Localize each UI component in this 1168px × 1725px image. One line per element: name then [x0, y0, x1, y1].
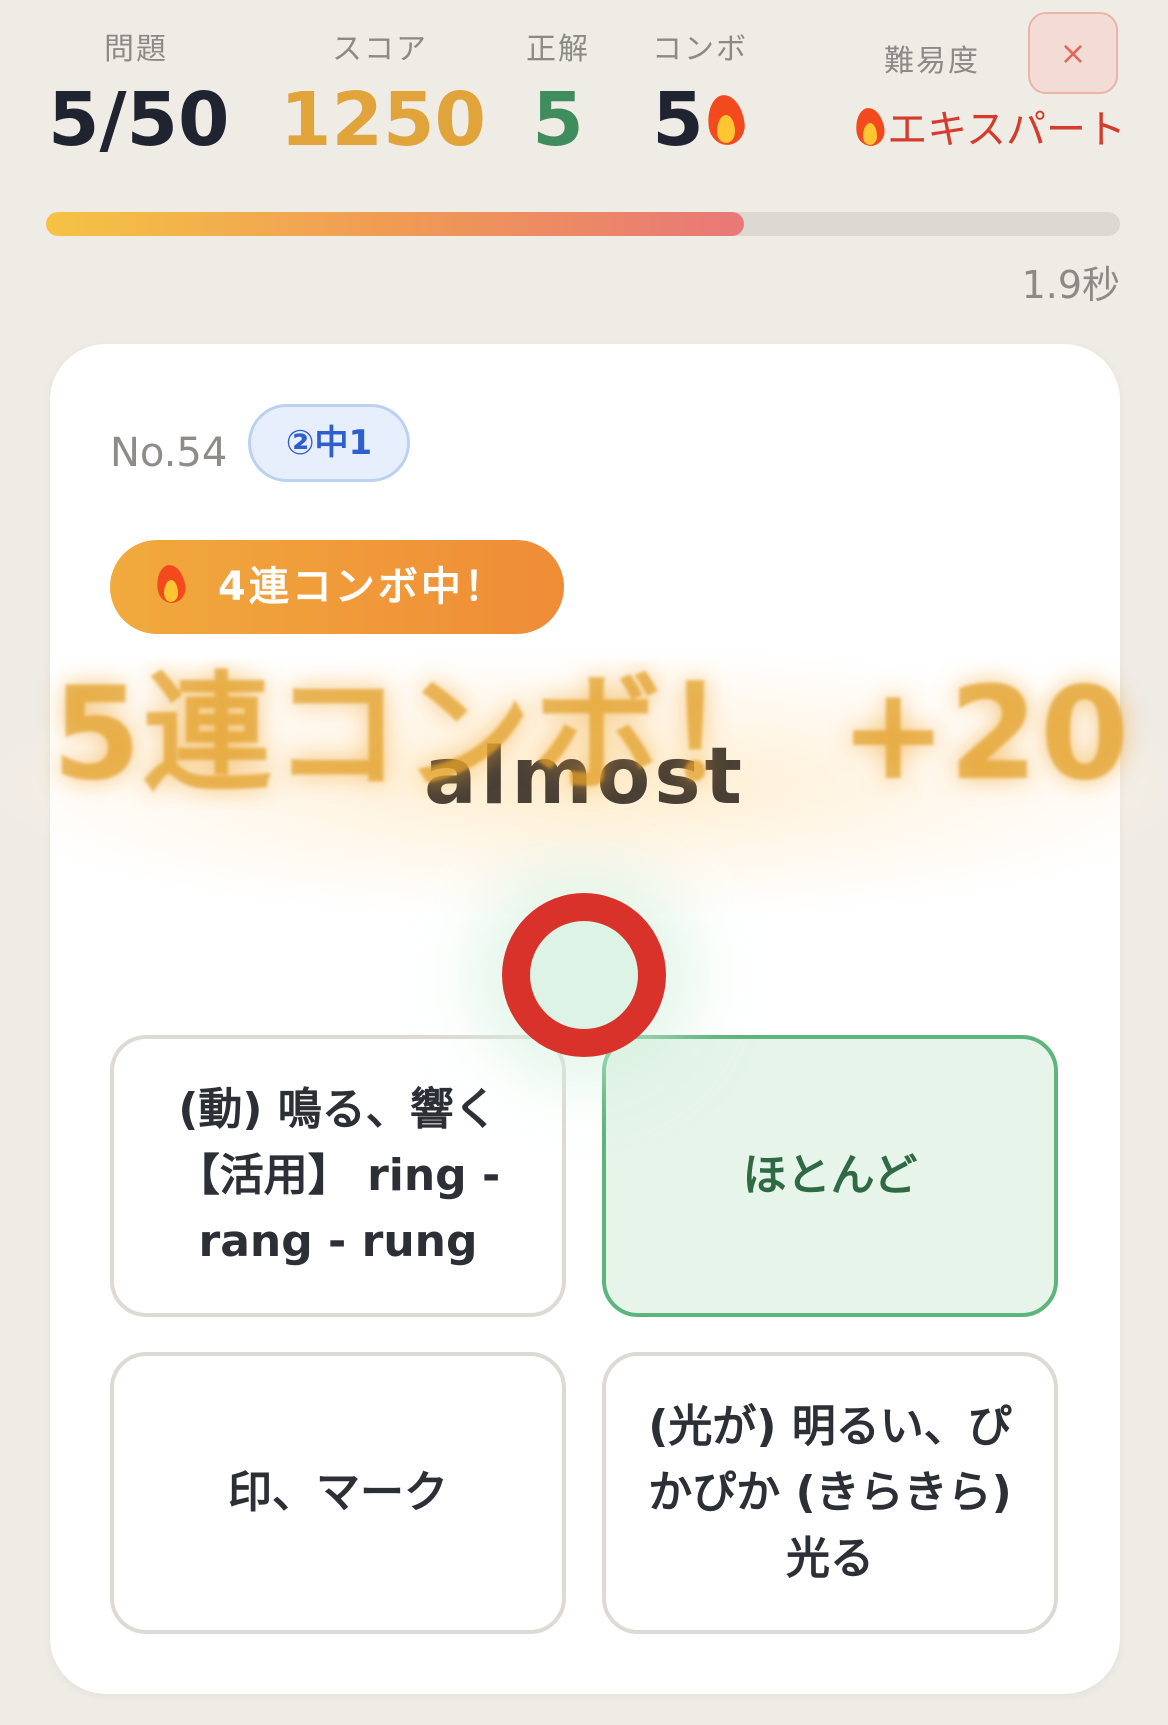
stat-combo-label: コンボ — [652, 32, 748, 67]
stat-score: スコア 1250 — [280, 30, 486, 164]
choice-text-2: ほとんど — [742, 1150, 918, 1201]
stat-combo-value: 5 — [652, 77, 704, 163]
stat-score-label: スコア — [332, 32, 428, 67]
fire-icon — [704, 91, 748, 149]
combo-burst-text: 5連コンボ！ +20 — [0, 660, 1168, 810]
choice-text-1: (動) 鳴る、響く【活用】 ring - rang - rung — [175, 1084, 501, 1267]
correct-circle-icon — [502, 893, 666, 1057]
stat-correct-label: 正解 — [526, 32, 590, 67]
stat-difficulty-value-row: エキスパート — [826, 102, 1126, 158]
stats-bar: 問題 5/50 スコア 1250 正解 5 コンボ 5 難易度 エキスパート — [48, 30, 1126, 163]
stat-score-value: 1250 — [280, 77, 486, 163]
close-icon: × — [1059, 34, 1087, 72]
choice-button-4[interactable]: (光が) 明るい、ぴかぴか (きらきら) 光る — [602, 1352, 1058, 1634]
combo-status-pill: 4連コンボ中！ — [110, 540, 564, 634]
choice-button-3[interactable]: 印、マーク — [110, 1352, 566, 1634]
close-button[interactable]: × — [1028, 12, 1118, 94]
combo-burst-label: 5連コンボ！ +20 — [52, 660, 1131, 809]
combo-status-text: 4連コンボ中！ — [218, 564, 507, 610]
stat-question-label: 問題 — [104, 32, 168, 67]
choice-button-2[interactable]: ほとんど — [602, 1035, 1058, 1317]
choice-button-1[interactable]: (動) 鳴る、響く【活用】 ring - rang - rung — [110, 1035, 566, 1317]
stat-combo-value-row: 5 — [640, 76, 760, 164]
progress-bar — [46, 212, 1120, 236]
stat-question: 問題 5/50 — [48, 30, 230, 164]
stat-correct: 正解 5 — [518, 30, 598, 164]
timer: 1.9秒 — [1021, 263, 1120, 307]
question-number: No.54 — [110, 430, 228, 476]
stat-correct-value: 5 — [532, 77, 584, 163]
stat-combo: コンボ 5 — [640, 30, 760, 164]
choice-text-4: (光が) 明るい、ぴかぴか (きらきら) 光る — [648, 1401, 1012, 1584]
grade-badge: ②中1 — [248, 404, 410, 482]
fire-icon — [853, 105, 887, 149]
progress-fill — [46, 212, 745, 236]
stat-difficulty-value: エキスパート — [887, 107, 1126, 153]
choice-text-3: 印、マーク — [228, 1467, 448, 1518]
fire-icon — [154, 562, 188, 606]
stat-question-value: 5/50 — [48, 77, 230, 163]
